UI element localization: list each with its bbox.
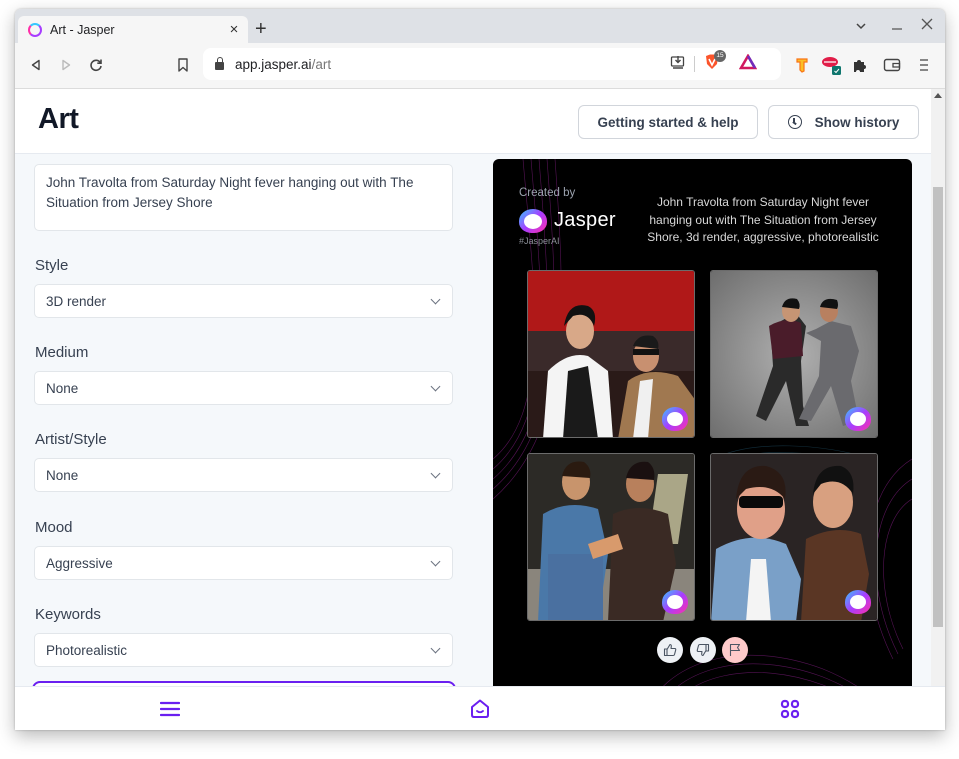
browser-window: Art - Jasper × + app.jasper.ai/art 15 Ar… (15, 9, 945, 730)
tab-art-jasper[interactable]: Art - Jasper × (18, 16, 248, 43)
medium-select[interactable]: None (34, 371, 453, 405)
minimize-icon[interactable] (891, 19, 903, 36)
mood-label: Mood (35, 519, 73, 536)
page-scrollbar[interactable] (931, 89, 945, 686)
generated-image-3[interactable] (527, 453, 695, 621)
apps-grid-icon (780, 699, 800, 719)
generated-image-1[interactable] (527, 270, 695, 438)
tab-close-icon[interactable]: × (224, 21, 244, 38)
chevron-down-icon (430, 381, 441, 392)
browser-toolbar: app.jasper.ai/art 15 (15, 43, 945, 89)
jasper-favicon-icon (28, 22, 42, 37)
scroll-thumb[interactable] (933, 187, 943, 627)
artist-style-label: Artist/Style (35, 431, 107, 448)
medium-value: None (46, 380, 79, 396)
generated-image-4[interactable] (710, 453, 878, 621)
jasper-logo-icon (519, 209, 547, 233)
flag-icon (729, 643, 741, 656)
mood-select[interactable]: Aggressive (34, 546, 453, 580)
bookmark-icon[interactable] (172, 54, 194, 76)
mood-value: Aggressive (46, 555, 113, 571)
browser-menu-icon[interactable] (913, 54, 935, 76)
created-by-label: Created by (519, 187, 576, 199)
art-caption: John Travolta from Saturday Night fever … (647, 195, 879, 244)
style-label: Style (35, 257, 69, 274)
reload-icon[interactable] (85, 54, 107, 76)
scroll-up-arrow-icon[interactable] (934, 93, 942, 98)
artist-style-select[interactable]: None (34, 458, 453, 492)
thumbs-up-icon (663, 643, 677, 657)
lock-icon (215, 57, 224, 70)
hamburger-menu-icon (160, 701, 180, 717)
thumbs-down-button[interactable] (690, 637, 716, 663)
lastpass-extension-icon[interactable] (821, 54, 843, 76)
jasper-watermark-icon (845, 590, 871, 614)
flag-button[interactable] (722, 637, 748, 663)
key-extension-icon[interactable] (791, 54, 813, 76)
back-icon[interactable] (25, 54, 47, 76)
brave-shields-icon[interactable]: 15 (703, 49, 726, 76)
url-host: app.jasper.ai (235, 56, 312, 72)
keywords-value: Photorealistic (46, 642, 128, 658)
getting-started-label: Getting started & help (597, 114, 739, 130)
tab-search-chevron-icon[interactable] (855, 19, 867, 36)
url-path: /art (311, 56, 332, 72)
jasper-brand: Jasper (554, 209, 616, 231)
generated-image-2[interactable] (710, 270, 878, 438)
thumbs-up-button[interactable] (657, 637, 683, 663)
prompt-textarea[interactable]: John Travolta from Saturday Night fever … (34, 164, 453, 231)
chevron-down-icon (430, 468, 441, 479)
brave-shields-count: 15 (714, 49, 726, 62)
tab-title: Art - Jasper (50, 22, 115, 37)
jasper-home-icon (471, 699, 489, 718)
page-content: Art Getting started & help Show history … (15, 89, 931, 730)
wallet-icon[interactable] (881, 54, 903, 76)
brave-rewards-icon[interactable] (738, 52, 758, 75)
jasper-hashtag: #JasperAI (519, 236, 560, 246)
jasper-watermark-icon (662, 590, 688, 614)
style-value: 3D render (46, 293, 107, 309)
chevron-down-icon (430, 643, 441, 654)
jasper-watermark-icon (662, 407, 688, 431)
address-bar[interactable]: app.jasper.ai/art 15 (203, 48, 781, 80)
tab-strip: Art - Jasper × + (15, 9, 945, 43)
nav-menu-button[interactable] (157, 696, 183, 722)
chevron-down-icon (430, 556, 441, 567)
page-title: Art (38, 103, 79, 135)
divider (694, 56, 695, 72)
page-header: Art Getting started & help Show history (15, 89, 931, 154)
keywords-label: Keywords (35, 606, 101, 623)
nav-apps-button[interactable] (777, 696, 803, 722)
keywords-select[interactable]: Photorealistic (34, 633, 453, 667)
extensions-puzzle-icon[interactable] (849, 54, 871, 76)
clock-icon (787, 115, 802, 129)
thumbs-down-icon (696, 643, 710, 657)
style-select[interactable]: 3D render (34, 284, 453, 318)
nav-home-button[interactable] (467, 696, 493, 722)
artist-style-value: None (46, 467, 79, 483)
show-history-label: Show history (814, 114, 900, 130)
show-history-button[interactable]: Show history (768, 105, 919, 139)
medium-label: Medium (35, 344, 89, 361)
forward-icon[interactable] (55, 54, 77, 76)
art-result-card: Created by Jasper #JasperAI John Travolt… (493, 159, 912, 719)
close-window-icon[interactable] (921, 17, 933, 34)
bottom-nav (15, 686, 945, 730)
chevron-down-icon (430, 294, 441, 305)
new-tab-button[interactable]: + (255, 18, 267, 41)
install-app-icon[interactable] (670, 54, 686, 75)
jasper-watermark-icon (845, 407, 871, 431)
getting-started-help-button[interactable]: Getting started & help (578, 105, 758, 139)
